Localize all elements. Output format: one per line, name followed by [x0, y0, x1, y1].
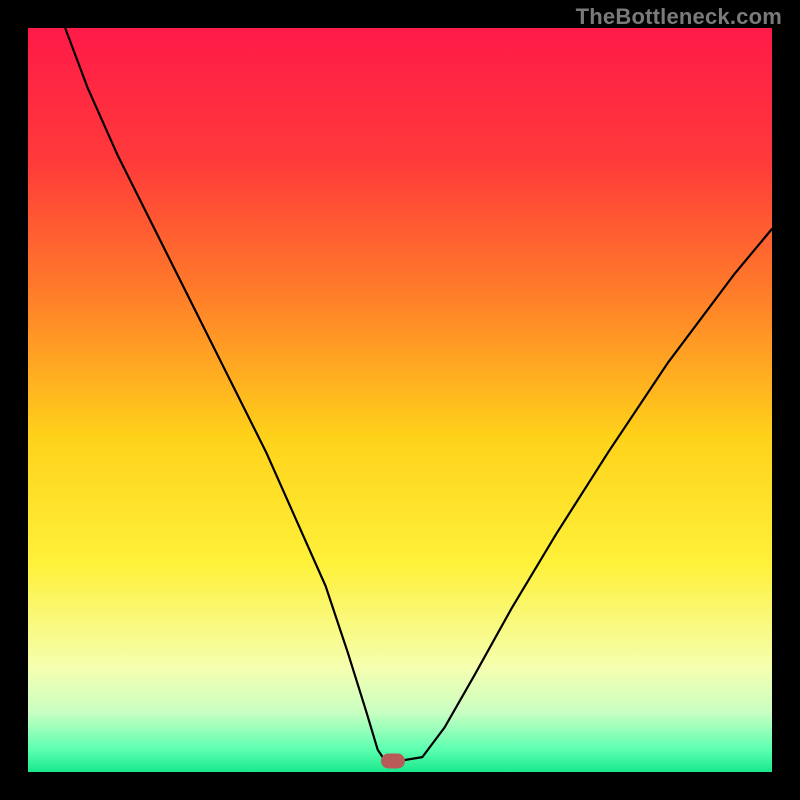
optimal-point-marker [381, 753, 405, 768]
watermark-text: TheBottleneck.com [576, 4, 782, 30]
plot-area [28, 28, 772, 772]
bottleneck-curve [28, 28, 772, 772]
chart-frame: TheBottleneck.com [0, 0, 800, 800]
